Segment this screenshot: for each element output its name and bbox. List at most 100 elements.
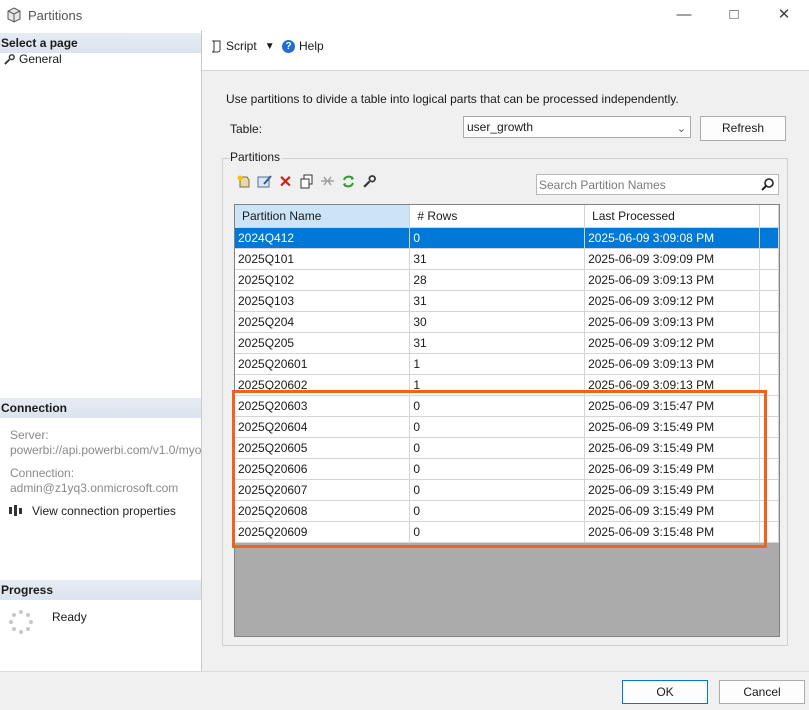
col-header-partition-name[interactable]: Partition Name xyxy=(235,205,411,228)
nav-item-general[interactable]: General xyxy=(4,52,62,66)
left-pane: Select a page General Connection Server:… xyxy=(0,30,202,671)
progress-status: Ready xyxy=(52,610,87,624)
table-row[interactable]: 2025Q20609 0 2025-06-09 3:15:48 PM xyxy=(235,521,779,543)
partition-name-cell: 2025Q20602 xyxy=(235,374,411,396)
partition-name-cell: 2025Q20606 xyxy=(235,458,411,480)
table-row[interactable]: 2025Q205 31 2025-06-09 3:09:12 PM xyxy=(235,332,779,354)
merge-icon[interactable] xyxy=(319,173,336,190)
new-partition-icon[interactable] xyxy=(235,173,252,190)
table-row[interactable]: 2025Q102 28 2025-06-09 3:09:13 PM xyxy=(235,269,779,291)
minimize-button[interactable]: — xyxy=(662,4,706,26)
view-connection-properties-link[interactable]: View connection properties xyxy=(8,504,176,518)
table-row[interactable]: 2025Q20607 0 2025-06-09 3:15:49 PM xyxy=(235,479,779,501)
partition-name-cell: 2025Q20609 xyxy=(235,521,411,543)
help-label: Help xyxy=(299,39,324,53)
partition-name-cell: 2025Q102 xyxy=(235,269,411,291)
col-header-last-processed[interactable]: Last Processed xyxy=(584,205,760,228)
last-processed-cell: 2025-06-09 3:09:09 PM xyxy=(584,248,760,270)
partition-name-cell: 2025Q20607 xyxy=(235,479,411,501)
row-filler-cell xyxy=(759,479,779,501)
ok-button[interactable]: OK xyxy=(622,680,708,704)
refresh-button[interactable]: Refresh xyxy=(700,116,786,141)
rows-cell: 0 xyxy=(409,227,586,249)
cube-icon xyxy=(7,7,21,23)
chevron-down-icon[interactable]: ▼ xyxy=(265,41,275,52)
rows-cell: 0 xyxy=(409,416,586,438)
partition-search[interactable] xyxy=(536,174,779,195)
footer-bar: OK Cancel xyxy=(0,671,809,710)
header-row: Partition Name # Rows Last Processed xyxy=(235,205,779,228)
row-filler-cell xyxy=(759,311,779,333)
select-page-header: Select a page xyxy=(0,33,201,53)
rows-cell: 0 xyxy=(409,479,586,501)
last-processed-cell: 2025-06-09 3:09:08 PM xyxy=(584,227,760,249)
script-icon xyxy=(211,40,221,52)
table-row[interactable]: 2025Q20605 0 2025-06-09 3:15:49 PM xyxy=(235,437,779,459)
row-filler-cell xyxy=(759,416,779,438)
row-filler-cell xyxy=(759,227,779,249)
last-processed-cell: 2025-06-09 3:15:47 PM xyxy=(584,395,760,417)
col-header-rows[interactable]: # Rows xyxy=(409,205,586,228)
table-row[interactable]: 2025Q204 30 2025-06-09 3:09:13 PM xyxy=(235,311,779,333)
cancel-button[interactable]: Cancel xyxy=(719,680,805,704)
rows-cell: 0 xyxy=(409,458,586,480)
process-icon[interactable] xyxy=(340,173,357,190)
partitions-grid[interactable]: Partition Name # Rows Last Processed 202… xyxy=(234,204,780,637)
table-row[interactable]: 2025Q20608 0 2025-06-09 3:15:49 PM xyxy=(235,500,779,522)
row-filler-cell xyxy=(759,248,779,270)
last-processed-cell: 2025-06-09 3:09:12 PM xyxy=(584,332,760,354)
last-processed-cell: 2025-06-09 3:09:13 PM xyxy=(584,353,760,375)
search-icon[interactable] xyxy=(761,177,775,191)
help-icon: ? xyxy=(282,39,295,53)
table-select[interactable]: user_growth ⌄ xyxy=(463,116,691,138)
table-select-value: user_growth xyxy=(467,120,534,134)
close-button[interactable]: ✕ xyxy=(762,4,806,26)
help-button[interactable]: ? Help xyxy=(282,39,324,53)
rows-cell: 28 xyxy=(409,269,586,291)
row-filler-cell xyxy=(759,395,779,417)
connection-properties-icon xyxy=(9,505,22,516)
progress-header: Progress xyxy=(0,580,201,600)
toolbar: Script ▼ ? Help xyxy=(202,30,809,71)
title-bar: Partitions — □ ✕ xyxy=(0,0,809,30)
connection-label: Connection: xyxy=(10,466,75,480)
last-processed-cell: 2025-06-09 3:15:49 PM xyxy=(584,437,760,459)
last-processed-cell: 2025-06-09 3:09:13 PM xyxy=(584,269,760,291)
table-row[interactable]: 2025Q20606 0 2025-06-09 3:15:49 PM xyxy=(235,458,779,480)
partitions-group-label: Partitions xyxy=(230,150,283,164)
edit-partition-icon[interactable] xyxy=(256,173,273,190)
nav-item-label: General xyxy=(19,52,62,66)
table-row[interactable]: 2025Q20603 0 2025-06-09 3:15:47 PM xyxy=(235,395,779,417)
last-processed-cell: 2025-06-09 3:15:48 PM xyxy=(584,521,760,543)
copy-icon[interactable] xyxy=(298,173,315,190)
partition-name-cell: 2025Q20605 xyxy=(235,437,411,459)
row-filler-cell xyxy=(759,521,779,543)
last-processed-cell: 2025-06-09 3:15:49 PM xyxy=(584,416,760,438)
rows-cell: 0 xyxy=(409,437,586,459)
view-connection-label: View connection properties xyxy=(32,504,176,518)
table-row[interactable]: 2025Q20604 0 2025-06-09 3:15:49 PM xyxy=(235,416,779,438)
progress-spinner-icon xyxy=(9,610,33,634)
table-row[interactable]: 2025Q101 31 2025-06-09 3:09:09 PM xyxy=(235,248,779,270)
row-filler-cell xyxy=(759,269,779,291)
row-filler-cell xyxy=(759,437,779,459)
search-input[interactable] xyxy=(537,175,756,195)
rows-cell: 1 xyxy=(409,374,586,396)
properties-wrench-icon[interactable] xyxy=(361,173,378,190)
delete-icon[interactable]: ✕ xyxy=(277,173,294,191)
last-processed-cell: 2025-06-09 3:09:13 PM xyxy=(584,311,760,333)
maximize-button[interactable]: □ xyxy=(712,4,756,26)
connection-header: Connection xyxy=(0,398,201,418)
table-row[interactable]: 2025Q20601 1 2025-06-09 3:09:13 PM xyxy=(235,353,779,375)
server-value: powerbi://api.powerbi.com/v1.0/myorg xyxy=(10,443,201,457)
last-processed-cell: 2025-06-09 3:15:49 PM xyxy=(584,458,760,480)
last-processed-cell: 2025-06-09 3:09:13 PM xyxy=(584,374,760,396)
last-processed-cell: 2025-06-09 3:09:12 PM xyxy=(584,290,760,312)
partition-name-cell: 2025Q20608 xyxy=(235,500,411,522)
partition-name-cell: 2025Q20604 xyxy=(235,416,411,438)
rows-cell: 30 xyxy=(409,311,586,333)
table-row[interactable]: 2024Q412 0 2025-06-09 3:09:08 PM xyxy=(235,227,779,249)
table-row[interactable]: 2025Q20602 1 2025-06-09 3:09:13 PM xyxy=(235,374,779,396)
table-row[interactable]: 2025Q103 31 2025-06-09 3:09:12 PM xyxy=(235,290,779,312)
script-button[interactable]: Script ▼ xyxy=(210,39,275,53)
